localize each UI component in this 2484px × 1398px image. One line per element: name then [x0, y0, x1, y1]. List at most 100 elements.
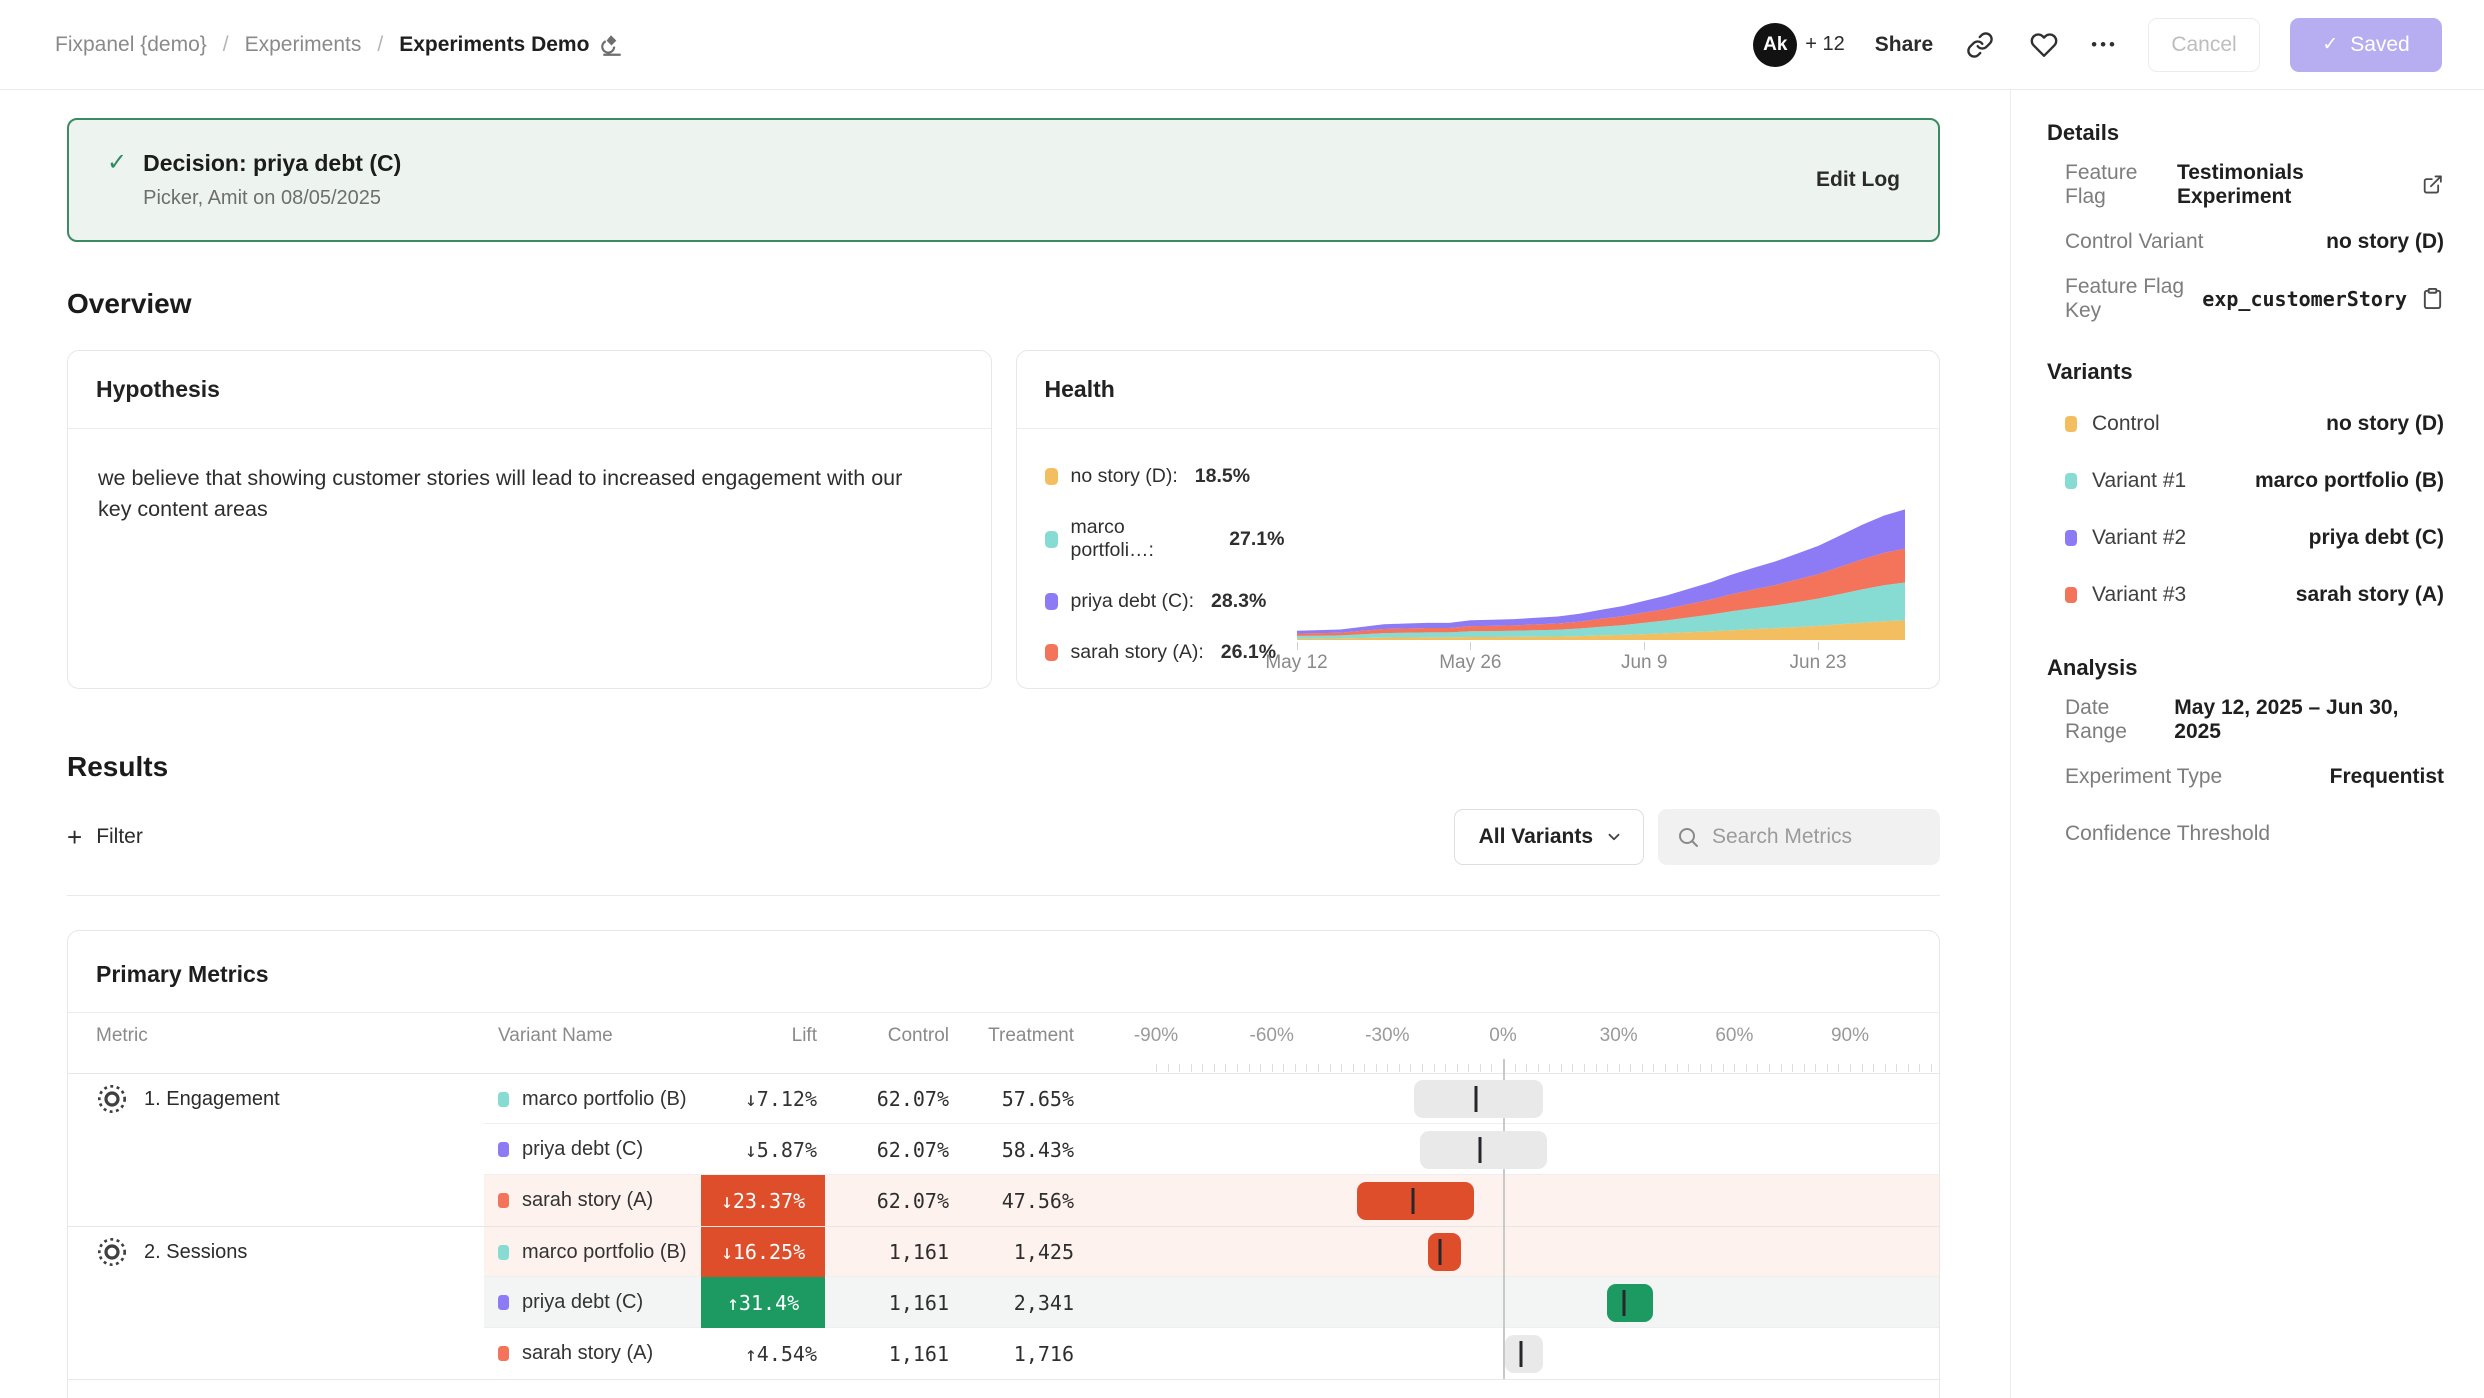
ci-axis-label: 30%	[1600, 1025, 1638, 1047]
hypothesis-card: Hypothesis we believe that showing custo…	[67, 350, 992, 689]
control-value: 1,161	[825, 1342, 958, 1366]
check-icon: ✓	[2322, 33, 2338, 56]
minor-tick	[1387, 1064, 1388, 1072]
decision-banner: ✓ Decision: priya debt (C) Picker, Amit …	[67, 118, 1940, 242]
minor-tick	[1931, 1064, 1932, 1072]
ci-axis-ticks	[1151, 1059, 1941, 1073]
x-axis-tick	[1818, 642, 1819, 650]
analysis-heading: Analysis	[2047, 655, 2444, 681]
minor-tick	[1665, 1064, 1666, 1072]
legend-swatch	[1045, 531, 1058, 548]
table-row[interactable]: priya debt (C)↑31.4%1,1612,341	[68, 1277, 1939, 1328]
minor-tick	[1168, 1064, 1169, 1072]
add-metric-button[interactable]: + Add	[68, 1379, 1939, 1398]
ci-chart-cell	[1151, 1277, 1941, 1328]
minor-tick	[1237, 1064, 1238, 1072]
variants-heading: Variants	[2047, 359, 2444, 385]
primary-metrics-title: Primary Metrics	[68, 931, 1939, 1013]
minor-tick	[1422, 1064, 1423, 1072]
search-metrics-box[interactable]	[1658, 809, 1940, 865]
table-row[interactable]: 1. Engagementmarco portfolio (B)↓7.12%62…	[68, 1073, 1939, 1124]
column-header-control: Control	[825, 1025, 958, 1047]
minor-tick	[1295, 1064, 1296, 1072]
minor-tick	[1376, 1064, 1377, 1072]
search-metrics-input[interactable]	[1712, 825, 1922, 849]
ci-axis-label: 90%	[1831, 1025, 1869, 1047]
stacked-area-chart	[1297, 504, 1906, 640]
table-row[interactable]: 2. Sessionsmarco portfolio (B)↓16.25%1,1…	[68, 1226, 1939, 1277]
copy-link-icon[interactable]	[1963, 28, 1997, 62]
minor-tick	[1873, 1064, 1874, 1072]
add-filter-button[interactable]: + Filter	[67, 824, 143, 850]
detail-row-feature-flag-key: Feature Flag Key exp_customerStory	[2047, 270, 2444, 327]
main-content: ✓ Decision: priya debt (C) Picker, Amit …	[0, 90, 2010, 1398]
minor-tick	[1688, 1064, 1689, 1072]
table-row[interactable]: priya debt (C)↓5.87%62.07%58.43%	[68, 1124, 1939, 1175]
minor-tick	[1908, 1064, 1909, 1072]
variant-color-swatch	[2065, 530, 2077, 546]
minor-tick	[1642, 1064, 1643, 1072]
minor-tick	[1584, 1064, 1585, 1072]
page-title: Experiments Demo	[399, 33, 589, 57]
check-icon: ✓	[107, 148, 127, 177]
all-variants-dropdown[interactable]: All Variants	[1454, 809, 1644, 865]
minor-tick	[1260, 1064, 1261, 1072]
lift-marker	[1439, 1239, 1442, 1265]
minor-tick	[1410, 1064, 1411, 1072]
lift-marker	[1519, 1341, 1522, 1367]
x-axis-tick	[1297, 642, 1298, 650]
decision-subtitle: Picker, Amit on 08/05/2025	[143, 187, 401, 210]
legend-item: marco portfoli…: 27.1%	[1045, 516, 1285, 562]
share-button[interactable]: Share	[1875, 33, 1933, 57]
details-sidebar: Details Feature Flag Testimonials Experi…	[2010, 90, 2484, 1398]
minor-tick	[1202, 1064, 1203, 1072]
avatar[interactable]: Ak	[1753, 23, 1797, 67]
minor-tick	[1191, 1064, 1192, 1072]
variant-color-dot	[498, 1193, 509, 1208]
confidence-interval-bar	[1357, 1182, 1475, 1220]
minor-tick	[1515, 1064, 1516, 1072]
minor-tick	[1549, 1064, 1550, 1072]
external-link-icon[interactable]	[2422, 173, 2444, 196]
favorite-heart-icon[interactable]	[2027, 28, 2061, 62]
breadcrumb-separator: /	[377, 33, 383, 57]
confidence-interval-bar	[1505, 1335, 1544, 1373]
variant-row-1: Variant #1 marco portfolio (B)	[2047, 452, 2444, 509]
minor-tick	[1769, 1064, 1770, 1072]
ci-axis-label: -90%	[1134, 1025, 1178, 1047]
minor-tick	[1677, 1064, 1678, 1072]
cancel-button[interactable]: Cancel	[2148, 18, 2260, 72]
legend-item: no story (D): 18.5%	[1045, 465, 1285, 488]
variant-cell: priya debt (C)	[484, 1291, 701, 1314]
treatment-value: 58.43%	[958, 1138, 1091, 1162]
more-options-icon[interactable]: •••	[2091, 35, 2118, 55]
minor-tick	[1734, 1064, 1735, 1072]
legend-item: sarah story (A): 26.1%	[1045, 641, 1285, 664]
table-row[interactable]: sarah story (A)↓23.37%62.07%47.56%	[68, 1175, 1939, 1226]
breadcrumb-experiments[interactable]: Experiments	[245, 33, 362, 57]
column-header-variant: Variant Name	[484, 1025, 701, 1047]
variant-name: marco portfolio (B)	[522, 1088, 687, 1111]
breadcrumb-project[interactable]: Fixpanel {demo}	[55, 33, 207, 57]
collaborators-count[interactable]: + 12	[1805, 33, 1844, 56]
breadcrumb-current-page: Experiments Demo	[399, 32, 625, 58]
edit-log-button[interactable]: Edit Log	[1816, 168, 1900, 192]
treatment-value: 57.65%	[958, 1087, 1091, 1111]
minor-tick	[1653, 1064, 1654, 1072]
x-axis-label: May 26	[1439, 652, 1501, 674]
ci-axis-label: 0%	[1489, 1025, 1516, 1047]
column-header-treatment: Treatment	[958, 1025, 1091, 1047]
control-value: 1,161	[825, 1240, 958, 1264]
variant-cell: priya debt (C)	[484, 1138, 701, 1161]
clipboard-copy-icon[interactable]	[2421, 287, 2444, 310]
minor-tick	[1850, 1064, 1851, 1072]
treatment-value: 1,425	[958, 1240, 1091, 1264]
metric-cell: 2. Sessions	[68, 1236, 484, 1268]
search-icon	[1676, 825, 1700, 849]
minor-tick	[1156, 1064, 1157, 1072]
confidence-interval-bar	[1414, 1080, 1543, 1118]
feature-flag-link[interactable]: Testimonials Experiment	[2177, 161, 2444, 209]
minor-tick	[1214, 1064, 1215, 1072]
saved-button[interactable]: ✓ Saved	[2290, 18, 2442, 72]
table-row[interactable]: sarah story (A)↑4.54%1,1611,716	[68, 1328, 1939, 1379]
